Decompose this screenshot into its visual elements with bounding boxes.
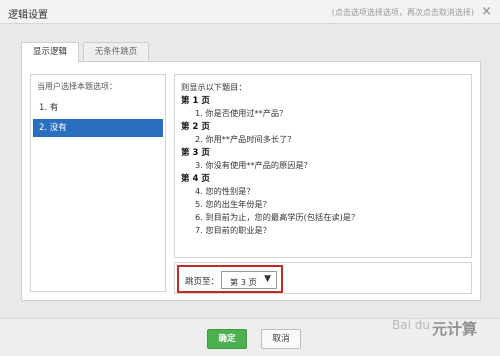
dialog-hint: (点击选项选择选项，再次点击取消选择) xyxy=(331,8,474,17)
display-intro: 则显示以下题目： xyxy=(181,82,247,92)
question-item: 4. 您的性别是？ xyxy=(195,186,255,196)
cancel-button[interactable]: 取消 xyxy=(261,329,301,349)
option-item-yes[interactable]: 1. 有 xyxy=(33,99,163,117)
close-icon[interactable]: × xyxy=(481,4,492,19)
jump-label: 跳页至： xyxy=(185,277,220,287)
jump-highlight-box: 跳页至： 第 3 页 ▼ xyxy=(177,265,283,293)
tab-display-logic[interactable]: 显示逻辑 xyxy=(21,42,79,63)
site-watermark: 元计算 xyxy=(432,320,478,338)
baidu-watermark: Bai du xyxy=(392,318,430,332)
page-heading: 第 1 页 xyxy=(181,96,210,106)
tab-unconditional-jump[interactable]: 无条件跳页 xyxy=(83,42,149,62)
question-item: 6. 到目前为止，您的最高学历(包括在读)是？ xyxy=(195,212,360,222)
dialog-titlebar: 逻辑设置 (点击选项选择选项，再次点击取消选择) × xyxy=(0,0,500,24)
page-heading: 第 4 页 xyxy=(181,174,210,184)
question-item: 5. 您的出生年份是？ xyxy=(195,199,271,209)
jump-page-value: 第 3 页 xyxy=(230,277,257,287)
question-display-list: 则显示以下题目： 第 1 页 1. 你是否使用过**产品？ 第 2 页 2. 你… xyxy=(174,74,472,258)
option-item-no-selected[interactable]: 2. 没有 xyxy=(33,119,163,137)
question-item: 7. 您目前的职业是？ xyxy=(195,225,271,235)
ok-button[interactable]: 确定 xyxy=(207,329,247,349)
question-item: 3. 你没有使用**产品的原因是？ xyxy=(195,160,312,170)
option-list: 当用户选择本题选项： 1. 有 2. 没有 xyxy=(30,74,166,292)
question-item: 2. 你用**产品时间多长了？ xyxy=(195,134,296,144)
dialog-title: 逻辑设置 xyxy=(8,10,48,21)
jump-settings: 跳页至： 第 3 页 ▼ xyxy=(174,262,472,294)
logic-panel: 当用户选择本题选项： 1. 有 2. 没有 则显示以下题目： 第 1 页 1. … xyxy=(21,61,481,301)
page-heading: 第 3 页 xyxy=(181,148,210,158)
chevron-down-icon: ▼ xyxy=(264,274,271,284)
jump-page-select[interactable]: 第 3 页 ▼ xyxy=(221,271,277,289)
option-list-label: 当用户选择本题选项： xyxy=(37,82,117,91)
page-heading: 第 2 页 xyxy=(181,122,210,132)
question-item: 1. 你是否使用过**产品？ xyxy=(195,108,288,118)
